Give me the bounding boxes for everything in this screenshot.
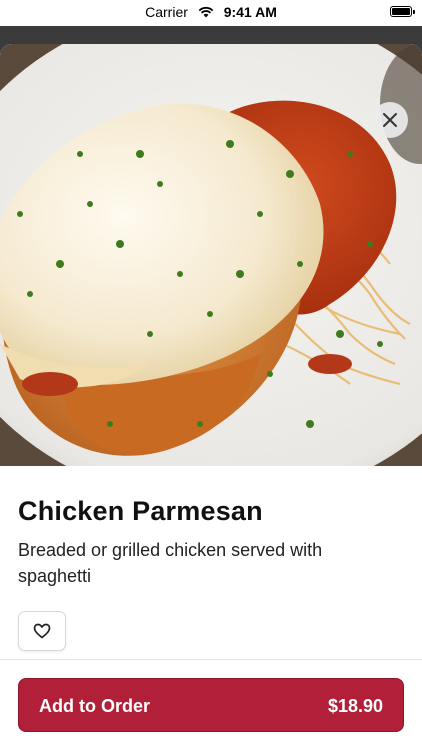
add-to-order-label: Add to Order	[39, 696, 150, 716]
status-bar: Carrier 9:41 AM	[0, 0, 422, 26]
favorite-button[interactable]	[18, 611, 66, 651]
food-photo	[0, 44, 422, 466]
item-detail-sheet: Chicken Parmesan Breaded or grilled chic…	[0, 44, 422, 750]
wifi-icon	[198, 5, 214, 21]
battery-icon	[390, 6, 415, 17]
heart-icon	[33, 623, 51, 639]
add-to-order-button[interactable]: Add to Order $18.90	[18, 678, 404, 732]
price-label: $18.90	[327, 696, 383, 716]
item-title: Chicken Parmesan	[18, 496, 263, 526]
item-description: Breaded or grilled chicken served with s…	[18, 540, 323, 586]
carrier-label: Carrier	[145, 4, 188, 20]
divider	[0, 659, 422, 660]
close-button[interactable]	[372, 102, 408, 138]
close-icon	[383, 113, 397, 127]
clock: 9:41 AM	[223, 4, 277, 20]
